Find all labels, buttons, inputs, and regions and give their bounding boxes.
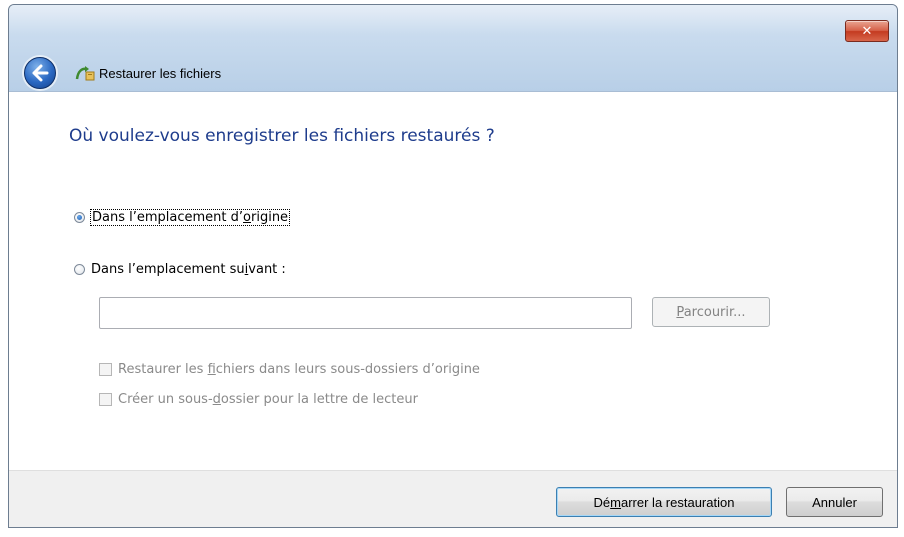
page-heading: Où voulez-vous enregistrer les fichiers … xyxy=(69,126,495,146)
start-restore-label: Démarrer la restauration xyxy=(593,494,735,510)
title-bar: ✕ Restaurer les fichiers xyxy=(9,5,897,91)
back-button[interactable] xyxy=(24,57,56,89)
radio-following-label: Dans l’emplacement suivant : xyxy=(91,262,286,277)
close-button[interactable]: ✕ xyxy=(845,20,889,42)
checkbox-drive-letter-label: Créer un sous-dossier pour la lettre de … xyxy=(118,392,418,407)
radio-original-location[interactable]: Dans l’emplacement d’origine xyxy=(74,209,291,226)
checkbox-drive-letter-folder[interactable]: Créer un sous-dossier pour la lettre de … xyxy=(99,392,418,407)
radio-following-location[interactable]: Dans l’emplacement suivant : xyxy=(74,262,286,277)
checkbox-restore-subfolders[interactable]: Restaurer les fichiers dans leurs sous-d… xyxy=(99,362,480,377)
radio-button[interactable] xyxy=(74,264,85,275)
browse-label: Parcourir... xyxy=(676,304,746,320)
restore-wizard-window: ✕ Restaurer les fichiers Où voulez-vous … xyxy=(8,4,898,528)
checkbox[interactable] xyxy=(99,363,112,376)
radio-original-label: Dans l’emplacement d’origine xyxy=(89,209,291,226)
navigation-bar: Restaurer les fichiers xyxy=(9,57,897,91)
restore-files-icon xyxy=(75,66,95,81)
location-path-input[interactable] xyxy=(99,297,632,329)
wizard-footer: Démarrer la restauration Annuler xyxy=(9,470,897,527)
cancel-button[interactable]: Annuler xyxy=(786,487,883,517)
start-restore-button[interactable]: Démarrer la restauration xyxy=(556,487,772,517)
close-icon: ✕ xyxy=(861,23,873,39)
back-arrow-icon xyxy=(32,64,49,82)
checkbox[interactable] xyxy=(99,393,112,406)
checkbox-restore-subfolders-label: Restaurer les fichiers dans leurs sous-d… xyxy=(118,362,480,377)
browse-button[interactable]: Parcourir... xyxy=(652,297,770,327)
radio-button-checked[interactable] xyxy=(74,212,85,223)
wizard-content: Où voulez-vous enregistrer les fichiers … xyxy=(9,91,897,471)
nav-title: Restaurer les fichiers xyxy=(99,66,222,81)
